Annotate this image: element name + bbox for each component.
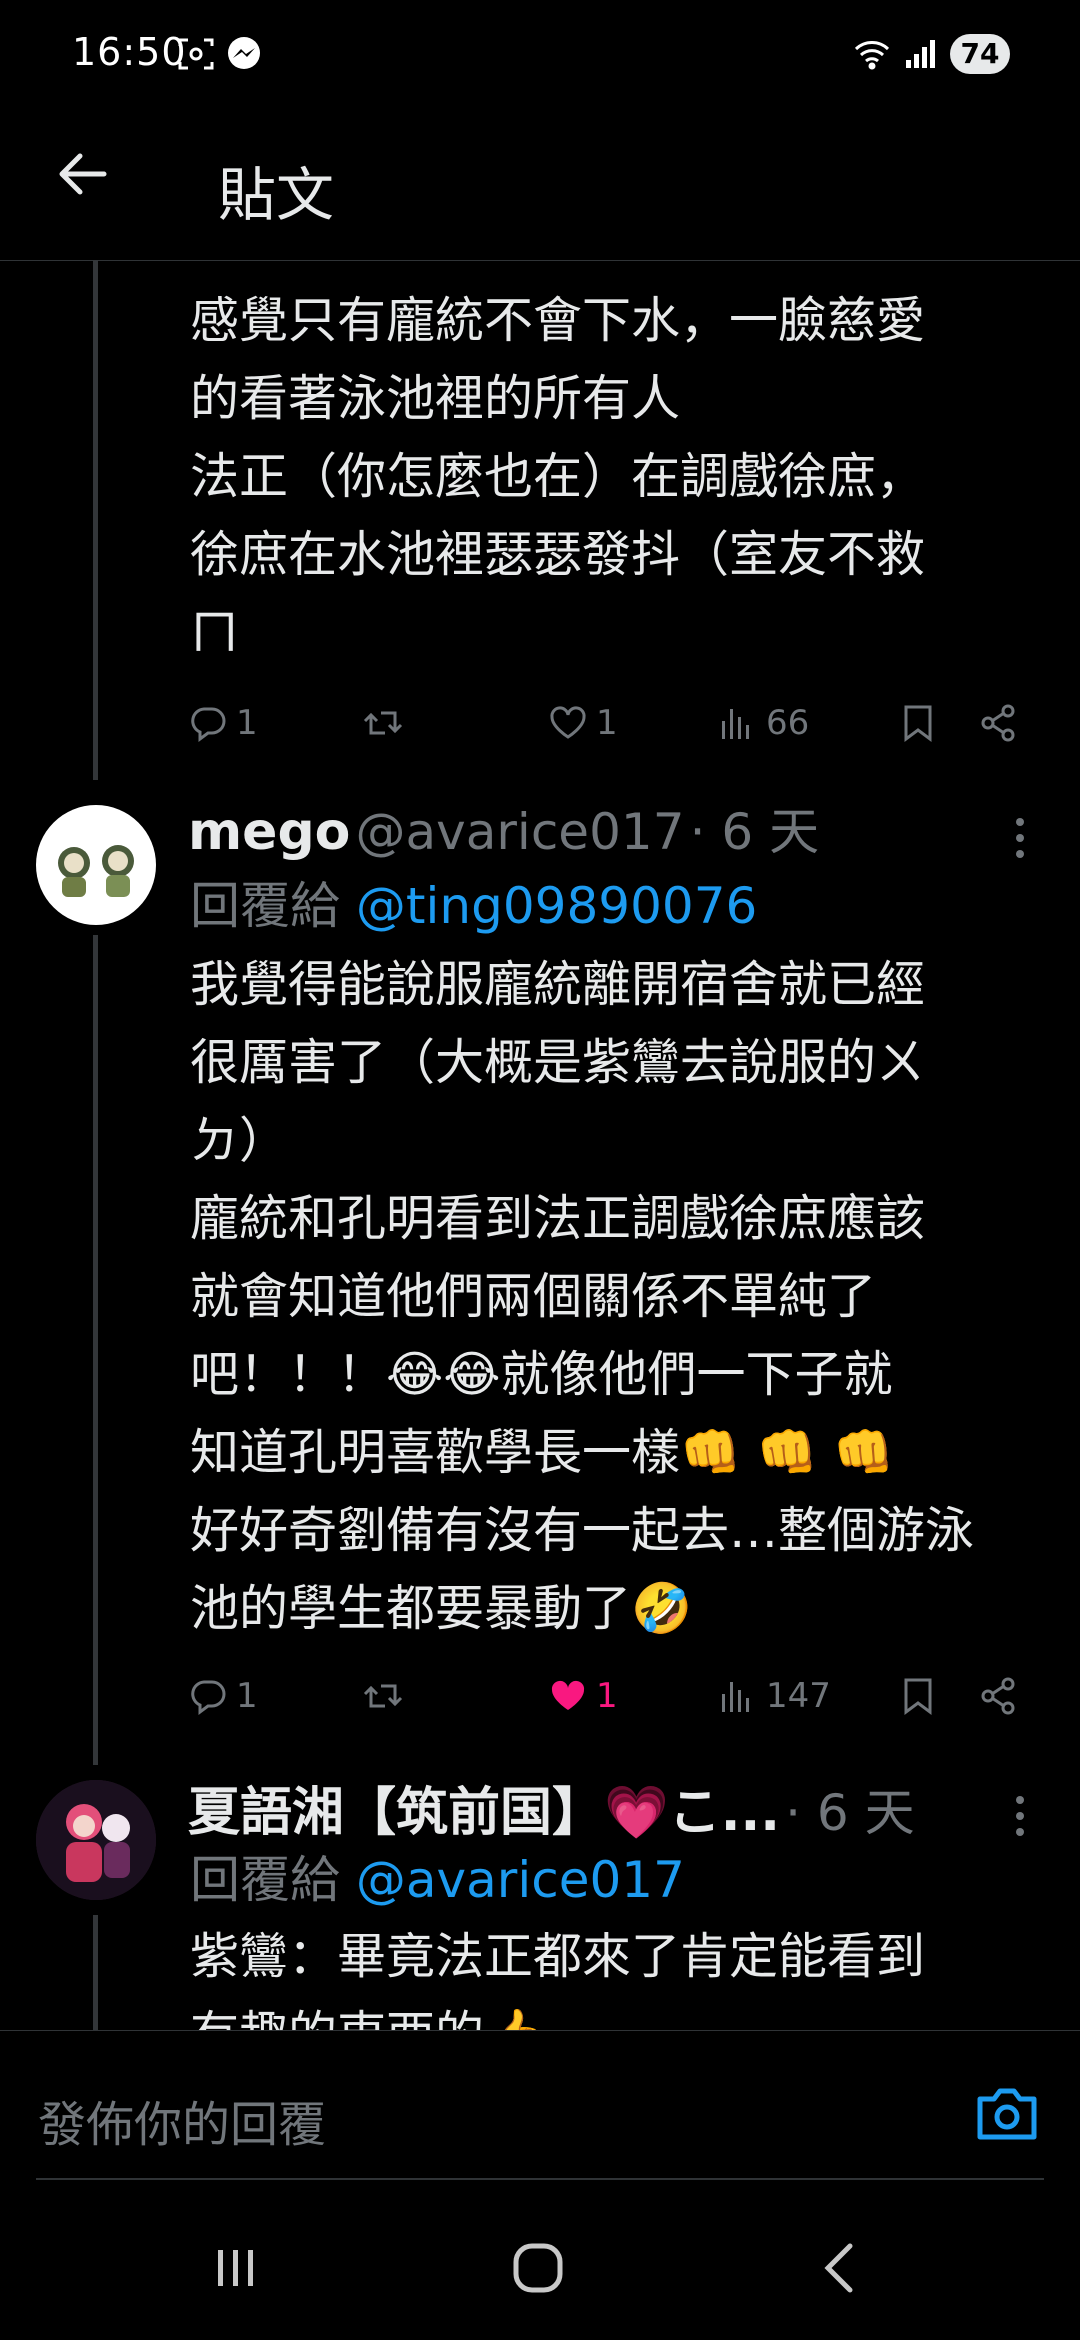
reply-icon xyxy=(191,707,226,742)
retweet-button[interactable] xyxy=(361,1666,411,1726)
camera-icon[interactable] xyxy=(974,2083,1040,2145)
recent-apps-icon[interactable] xyxy=(206,2238,266,2298)
like-count: 1 xyxy=(596,703,618,743)
like-button[interactable]: 1 xyxy=(546,1666,618,1726)
share-button[interactable] xyxy=(976,693,1026,753)
tweet-text: 我覺得能說服龐統離開宿舍就已經 很厲害了（大概是紫鸞去說服的ㄨ ㄉ） 龐統和孔明… xyxy=(190,956,975,1637)
status-time: 16:50 xyxy=(72,30,187,74)
retweet-button[interactable] xyxy=(361,693,411,753)
reply-button[interactable]: 1 xyxy=(186,693,258,753)
battery-indicator: 74 xyxy=(950,34,1010,74)
reply-to-line: 回覆給 @ting09890076 xyxy=(190,866,757,938)
heart-icon xyxy=(550,706,586,739)
more-icon[interactable] xyxy=(1000,808,1040,868)
like-button[interactable]: 1 xyxy=(546,693,618,753)
thread-line xyxy=(93,935,98,1765)
share-icon xyxy=(981,1677,1015,1715)
thread-line xyxy=(93,1915,98,2030)
tweet-actions: 1 1 147 xyxy=(186,1666,1026,1726)
reply-count: 1 xyxy=(236,703,258,743)
reply-to-label: 回覆給 xyxy=(190,877,356,935)
signal-icon xyxy=(900,34,940,74)
reply-to-line: 回覆給 @avarice017 xyxy=(190,1840,685,1912)
reply-to-label: 回覆給 xyxy=(190,1851,356,1909)
home-icon[interactable] xyxy=(508,2238,568,2298)
views-button[interactable]: 147 xyxy=(716,1666,831,1726)
reply-count: 1 xyxy=(236,1676,258,1716)
tweet-text: 紫鸞：畢竟法正都來了肯定能看到 有趣的東西的👍 xyxy=(190,1928,926,2030)
wifi-icon xyxy=(852,34,892,74)
tweet-time: · 6 天 xyxy=(689,803,820,861)
bookmark-button[interactable] xyxy=(896,1666,946,1726)
reply-icon xyxy=(191,1680,226,1715)
reply-input[interactable]: 發佈你的回覆 xyxy=(38,2085,326,2155)
tweet-actions: 1 1 66 xyxy=(186,693,1026,753)
share-button[interactable] xyxy=(976,1666,1026,1726)
views-icon xyxy=(722,709,749,739)
tweet-time: · 6 天 xyxy=(785,1784,915,1842)
page-title: 貼文 xyxy=(218,161,335,229)
bookmark-button[interactable] xyxy=(896,693,946,753)
back-nav-icon[interactable] xyxy=(812,2238,872,2298)
retweet-icon xyxy=(363,711,403,735)
user-handle[interactable]: @avarice017 xyxy=(356,803,685,861)
screenshot-icon xyxy=(176,34,216,74)
avatar[interactable] xyxy=(36,805,156,925)
view-count: 66 xyxy=(766,703,810,743)
like-count: 1 xyxy=(596,1676,618,1716)
bookmark-icon xyxy=(904,1678,932,1715)
tweet-header: mego @avarice017 · 6 天 xyxy=(188,792,968,864)
reply-button[interactable]: 1 xyxy=(186,1666,258,1726)
tweet-text: 感覺只有龐統不會下水，一臉慈愛 的看著泳池裡的所有人 法正（你怎麼也在）在調戲徐… xyxy=(190,292,926,661)
views-button[interactable]: 66 xyxy=(716,693,809,753)
composer-underline xyxy=(36,2178,1044,2180)
bookmark-icon xyxy=(904,705,932,742)
retweet-icon xyxy=(363,1684,403,1708)
avatar[interactable] xyxy=(36,1780,156,1900)
view-count: 147 xyxy=(766,1676,831,1716)
thread-line xyxy=(93,260,98,780)
reply-to-link[interactable]: @ting09890076 xyxy=(356,877,757,935)
messenger-icon xyxy=(224,34,264,74)
share-icon xyxy=(981,704,1015,742)
views-icon xyxy=(722,1682,749,1712)
more-icon[interactable] xyxy=(1000,1786,1040,1846)
top-app-bar xyxy=(0,110,1080,261)
heart-icon xyxy=(551,1680,585,1710)
reply-to-link[interactable]: @avarice017 xyxy=(356,1851,685,1909)
back-arrow-icon[interactable] xyxy=(52,142,116,206)
display-name[interactable]: 夏語湘【筑前国】💗こ... xyxy=(188,1783,780,1843)
display-name[interactable]: mego xyxy=(188,802,350,862)
tweet-header: 夏語湘【筑前国】💗こ... · 6 天 xyxy=(188,1770,968,1845)
